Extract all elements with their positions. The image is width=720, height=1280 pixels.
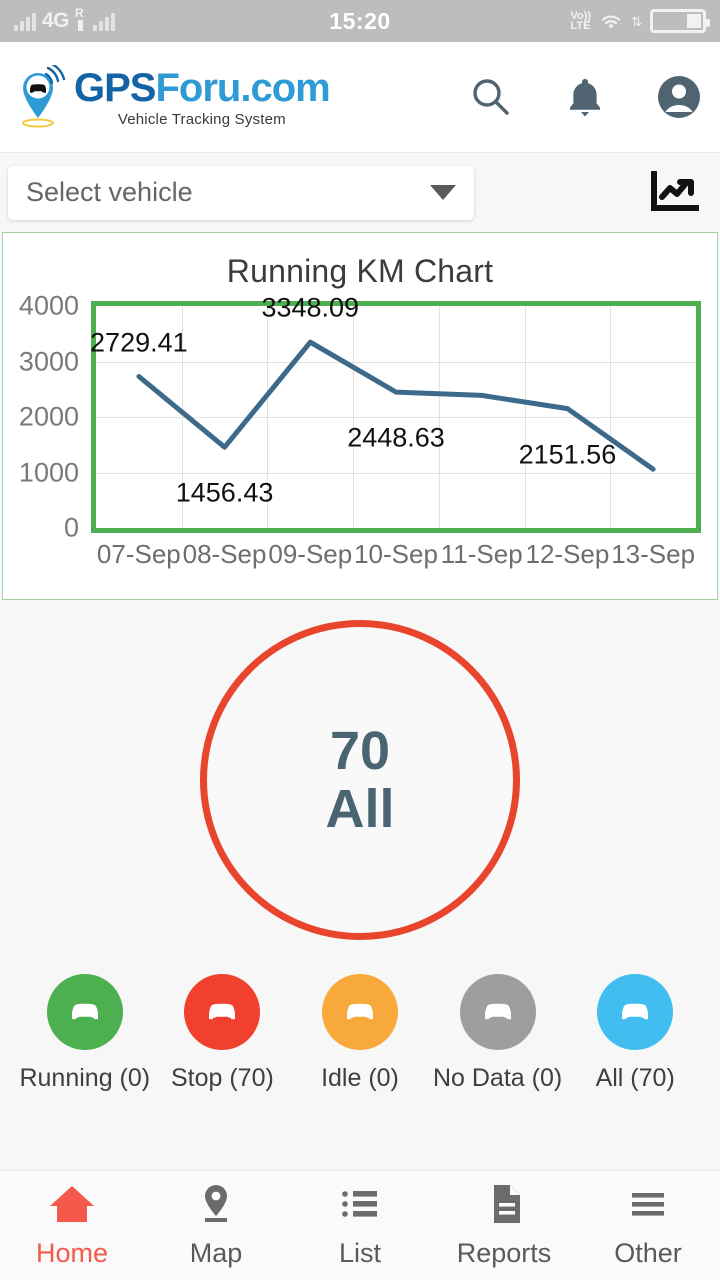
status-chip-all[interactable]: All (70) bbox=[569, 974, 701, 1093]
list-icon bbox=[334, 1182, 386, 1231]
bell-icon[interactable] bbox=[564, 74, 606, 120]
status-bar: 4G R 15:20 Vo)) LTE ⇅ bbox=[0, 0, 720, 42]
chart-x-tick-label: 07-Sep bbox=[96, 539, 181, 569]
account-circle-icon[interactable] bbox=[656, 74, 702, 120]
status-chip-label: Stop (70) bbox=[170, 1064, 274, 1092]
status-chip-label: All (70) bbox=[595, 1064, 675, 1092]
vehicle-select-input[interactable]: Select vehicle bbox=[8, 165, 474, 220]
map-pin-icon bbox=[190, 1182, 242, 1231]
brand-tagline: Vehicle Tracking System bbox=[117, 110, 286, 128]
brand-title: GPSForu.com bbox=[74, 65, 331, 110]
status-chip-idle[interactable]: Idle (0) bbox=[294, 974, 426, 1093]
car-icon bbox=[321, 974, 398, 1050]
app-header: GPSForu.com Vehicle Tracking System bbox=[0, 42, 720, 152]
chart-y-tick-label: 0 bbox=[63, 512, 79, 543]
chart-point-label: 3348.09 bbox=[261, 292, 360, 323]
chart-x-tick-label: 09-Sep bbox=[268, 539, 353, 569]
tab-home[interactable]: Home bbox=[0, 1182, 144, 1269]
brand-logo[interactable]: GPSForu.com Vehicle Tracking System bbox=[14, 61, 331, 129]
brand-title-part2: Foru.com bbox=[155, 65, 330, 110]
chart-title: Running KM Chart bbox=[226, 253, 494, 289]
chart-y-axis: 0 1000 2000 3000 4000 bbox=[3, 291, 87, 543]
app-screen: 4G R 15:20 Vo)) LTE ⇅ GPSForu.com Vehicl… bbox=[0, 0, 720, 1280]
wifi-icon bbox=[599, 11, 623, 31]
brand-title-part1: GPS bbox=[74, 65, 156, 110]
status-chip-running[interactable]: Running (0) bbox=[19, 974, 151, 1093]
tab-reports[interactable]: Reports bbox=[432, 1182, 576, 1269]
chart-x-tick-label: 11-Sep bbox=[440, 539, 523, 569]
chart-point-label: 2151.56 bbox=[518, 439, 617, 470]
car-icon bbox=[46, 974, 123, 1050]
chart-y-tick-label: 4000 bbox=[18, 290, 79, 321]
running-km-chart-card: Running KM Chart 0 1000 2000 3000 4000 2729.… bbox=[2, 232, 718, 600]
chart-plot-wrapper: 0 1000 2000 3000 4000 2729.41 1456.43 3348.09 2… bbox=[3, 291, 719, 569]
tab-label: Map bbox=[189, 1238, 243, 1268]
battery-icon bbox=[650, 9, 710, 33]
bottom-navigation: Home Map List Reports Other bbox=[0, 1170, 720, 1280]
app-header-actions bbox=[468, 74, 702, 120]
car-icon bbox=[184, 974, 261, 1050]
chart-point-label: 1456.43 bbox=[175, 477, 274, 508]
search-icon[interactable] bbox=[468, 74, 514, 120]
tab-other[interactable]: Other bbox=[576, 1182, 720, 1269]
vehicle-select-label: Select vehicle bbox=[26, 177, 193, 207]
trending-chart-icon[interactable] bbox=[646, 169, 702, 217]
gauge-value: 70 bbox=[329, 721, 391, 781]
status-chip-no-data[interactable]: No Data (0) bbox=[432, 974, 564, 1093]
menu-icon bbox=[622, 1182, 674, 1231]
brand-text: GPSForu.com Vehicle Tracking System bbox=[74, 65, 331, 128]
chart-y-tick-label: 3000 bbox=[18, 346, 79, 376]
car-icon bbox=[597, 974, 674, 1050]
chart-point-label: 2448.63 bbox=[347, 422, 445, 453]
chart-point-label: 2729.41 bbox=[90, 327, 188, 358]
status-chip-label: Idle (0) bbox=[321, 1064, 399, 1092]
chart-y-tick-label: 1000 bbox=[18, 457, 79, 487]
gps-pin-car-logo-icon bbox=[14, 61, 70, 129]
gauge-label: All bbox=[325, 779, 395, 839]
home-icon bbox=[46, 1182, 98, 1231]
chart-x-tick-label: 12-Sep bbox=[525, 539, 610, 569]
tab-label: List bbox=[338, 1238, 382, 1268]
tab-map[interactable]: Map bbox=[144, 1182, 288, 1269]
chart-x-axis: 07-Sep 08-Sep 09-Sep 10-Sep 11-Sep 12-Sep 13-S… bbox=[91, 539, 701, 579]
chevron-down-icon[interactable] bbox=[430, 185, 456, 200]
tab-label: Reports bbox=[456, 1238, 552, 1268]
car-icon bbox=[459, 974, 536, 1050]
vehicle-total-gauge-wrapper: 70 All bbox=[0, 600, 720, 960]
chart-x-tick-label: 10-Sep bbox=[354, 539, 438, 569]
status-chip-stop[interactable]: Stop (70) bbox=[156, 974, 288, 1093]
tab-list[interactable]: List bbox=[288, 1182, 432, 1269]
status-chip-label: No Data (0) bbox=[432, 1064, 563, 1092]
vehicle-status-chips: Running (0) Stop (70) Idle (0) No Data (0) A… bbox=[0, 960, 720, 1100]
document-icon bbox=[478, 1182, 530, 1231]
tab-label: Other bbox=[614, 1238, 682, 1268]
chart-x-tick-label: 13-Sep bbox=[611, 539, 696, 569]
vehicle-select-row: Select vehicle bbox=[0, 152, 720, 232]
chart-y-tick-label: 2000 bbox=[18, 401, 79, 432]
chart-x-tick-label: 08-Sep bbox=[182, 539, 267, 569]
tab-label: Home bbox=[35, 1238, 109, 1268]
status-chip-label: Running (0) bbox=[19, 1064, 151, 1092]
vehicle-total-gauge[interactable]: 70 All bbox=[200, 620, 520, 940]
